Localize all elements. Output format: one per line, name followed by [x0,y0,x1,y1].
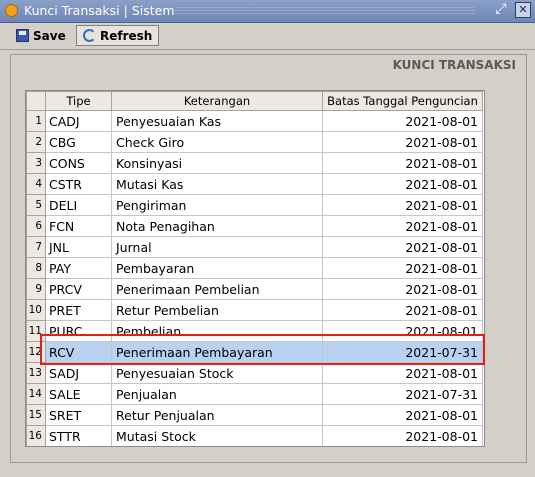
cell-tipe[interactable]: JNL [45,236,112,258]
table-row[interactable]: 14 SALE Penjualan 2021-07-31 [26,383,483,405]
table-row[interactable]: 5 DELI Pengiriman 2021-08-01 [26,194,483,216]
row-number: 9 [26,278,46,300]
row-number: 16 [26,425,46,446]
refresh-button[interactable]: Refresh [76,25,160,46]
row-number: 1 [26,110,46,132]
table-row[interactable]: 6 FCN Nota Penagihan 2021-08-01 [26,215,483,237]
table-row[interactable]: 10 PRET Retur Pembelian 2021-08-01 [26,299,483,321]
restore-icon[interactable]: ⤢ [493,2,509,18]
cell-tipe[interactable]: PRET [45,299,112,321]
lock-transaction-panel: KUNCI TRANSAKSI Tipe Keterangan Batas Ta… [10,54,527,463]
cell-tipe[interactable]: DELI [45,194,112,216]
table-row[interactable]: 4 CSTR Mutasi Kas 2021-08-01 [26,173,483,195]
cell-batas-tanggal[interactable]: 2021-08-01 [322,173,483,195]
row-number: 14 [26,383,46,405]
cell-batas-tanggal[interactable]: 2021-08-01 [322,215,483,237]
panel-title: KUNCI TRANSAKSI [392,58,516,72]
cell-tipe[interactable]: PRCV [45,278,112,300]
cell-batas-tanggal[interactable]: 2021-08-01 [322,299,483,321]
row-number: 5 [26,194,46,216]
cell-keterangan[interactable]: Penyesuaian Stock [111,362,323,384]
cell-tipe[interactable]: CBG [45,131,112,153]
cell-keterangan[interactable]: Konsinyasi [111,152,323,174]
table-row[interactable]: 16 STTR Mutasi Stock 2021-08-01 [26,425,483,446]
row-number: 2 [26,131,46,153]
grid-header-row: Tipe Keterangan Batas Tanggal Penguncian [26,91,483,111]
grid-table: Tipe Keterangan Batas Tanggal Penguncian… [26,91,483,446]
row-number: 8 [26,257,46,279]
cell-keterangan[interactable]: Retur Penjualan [111,404,323,426]
transaction-lock-grid[interactable]: Tipe Keterangan Batas Tanggal Penguncian… [25,90,485,447]
column-header-keterangan[interactable]: Keterangan [111,91,323,111]
app-icon [5,4,18,17]
cell-tipe[interactable]: CSTR [45,173,112,195]
row-number: 4 [26,173,46,195]
cell-tipe[interactable]: SRET [45,404,112,426]
cell-keterangan[interactable]: Penjualan [111,383,323,405]
cell-batas-tanggal[interactable]: 2021-08-01 [322,425,483,446]
row-number: 7 [26,236,46,258]
cell-batas-tanggal[interactable]: 2021-08-01 [322,110,483,132]
cell-tipe[interactable]: CADJ [45,110,112,132]
cell-batas-tanggal[interactable]: 2021-08-01 [322,194,483,216]
row-number: 6 [26,215,46,237]
cell-keterangan[interactable]: Jurnal [111,236,323,258]
table-row[interactable]: 13 SADJ Penyesuaian Stock 2021-08-01 [26,362,483,384]
cell-tipe[interactable]: SADJ [45,362,112,384]
row-number: 3 [26,152,46,174]
cell-keterangan[interactable]: Mutasi Kas [111,173,323,195]
grid-corner [26,91,46,111]
cell-keterangan[interactable]: Check Giro [111,131,323,153]
cell-keterangan[interactable]: Mutasi Stock [111,425,323,446]
table-row[interactable]: 8 PAY Pembayaran 2021-08-01 [26,257,483,279]
column-header-tipe[interactable]: Tipe [45,91,112,111]
cell-keterangan[interactable]: Pembayaran [111,257,323,279]
refresh-icon [83,29,96,42]
cell-tipe[interactable]: FCN [45,215,112,237]
table-row[interactable]: 2 CBG Check Giro 2021-08-01 [26,131,483,153]
cell-batas-tanggal[interactable]: 2021-08-01 [322,404,483,426]
table-row[interactable]: 1 CADJ Penyesuaian Kas 2021-08-01 [26,110,483,132]
cell-batas-tanggal[interactable]: 2021-08-01 [322,152,483,174]
table-row[interactable]: 9 PRCV Penerimaan Pembelian 2021-08-01 [26,278,483,300]
toolbar: Save Refresh [0,23,535,50]
refresh-label: Refresh [100,28,153,43]
cell-batas-tanggal[interactable]: 2021-08-01 [322,236,483,258]
cell-batas-tanggal[interactable]: 2021-07-31 [322,383,483,405]
save-label: Save [33,28,66,43]
cell-keterangan[interactable]: Nota Penagihan [111,215,323,237]
table-row[interactable]: 15 SRET Retur Penjualan 2021-08-01 [26,404,483,426]
cell-tipe[interactable]: SALE [45,383,112,405]
cell-batas-tanggal[interactable]: 2021-08-01 [322,131,483,153]
floppy-disk-icon [16,29,29,42]
cell-keterangan[interactable]: Penyesuaian Kas [111,110,323,132]
row-number: 15 [26,404,46,426]
cell-batas-tanggal[interactable]: 2021-08-01 [322,362,483,384]
cell-keterangan[interactable]: Penerimaan Pembelian [111,278,323,300]
column-header-batas-tanggal[interactable]: Batas Tanggal Penguncian [322,91,483,111]
table-row[interactable]: 3 CONS Konsinyasi 2021-08-01 [26,152,483,174]
cell-keterangan[interactable]: Pengiriman [111,194,323,216]
table-row[interactable]: 7 JNL Jurnal 2021-08-01 [26,236,483,258]
cell-tipe[interactable]: PAY [45,257,112,279]
window-title: Kunci Transaksi | Sistem [24,3,175,18]
cell-tipe[interactable]: STTR [45,425,112,446]
cell-batas-tanggal[interactable]: 2021-08-01 [322,257,483,279]
cell-batas-tanggal[interactable]: 2021-08-01 [322,278,483,300]
highlight-annotation [40,334,485,365]
save-button[interactable]: Save [10,25,72,46]
titlebar-grip [175,7,475,15]
window-titlebar: Kunci Transaksi | Sistem ⤢ ✕ [0,0,535,23]
cell-tipe[interactable]: CONS [45,152,112,174]
close-icon[interactable]: ✕ [515,2,531,18]
row-number: 13 [26,362,46,384]
cell-keterangan[interactable]: Retur Pembelian [111,299,323,321]
row-number: 10 [26,299,46,321]
